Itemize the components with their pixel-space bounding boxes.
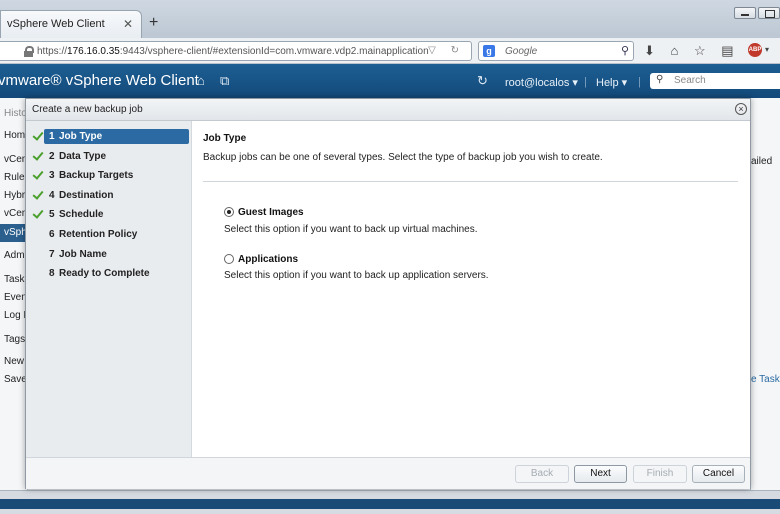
- magnifier-icon[interactable]: ⚲: [621, 44, 629, 57]
- vsphere-brand: vmware® vSphere Web Client: [0, 72, 199, 89]
- step-number: 5: [49, 209, 55, 220]
- nav-history[interactable]: Histo: [4, 108, 27, 119]
- step-number: 8: [49, 268, 55, 279]
- step-label: Destination: [59, 190, 114, 201]
- help-menu[interactable]: Help ▾: [596, 76, 627, 89]
- checkmark-icon: [33, 131, 40, 142]
- step-retention-policy[interactable]: 6 Retention Policy: [26, 227, 192, 243]
- header-separator: |: [638, 76, 641, 88]
- nav-events[interactable]: Even: [4, 292, 27, 303]
- nav-vsphere-data-protection[interactable]: vSph: [0, 224, 28, 242]
- divider: [203, 181, 738, 182]
- checkmark-icon: [33, 170, 40, 181]
- header-separator: |: [584, 76, 587, 88]
- nav-hybrid[interactable]: Hybri: [4, 190, 27, 201]
- step-job-name[interactable]: 7 Job Name: [26, 247, 192, 263]
- step-job-type[interactable]: 1 Job Type: [26, 129, 192, 145]
- nav-vcenter[interactable]: vCen: [4, 154, 27, 165]
- browser-search-input[interactable]: g Google ⚲: [478, 41, 634, 61]
- nav-administration[interactable]: Adm: [4, 250, 25, 261]
- finish-button[interactable]: Finish: [633, 465, 687, 483]
- step-number: 2: [49, 151, 55, 162]
- checkmark-icon: [33, 151, 40, 162]
- applications-radio[interactable]: [224, 254, 234, 264]
- bottom-status-area: [0, 490, 780, 514]
- more-tasks-link[interactable]: e Tasks: [751, 374, 780, 385]
- nav-rules[interactable]: Rule: [4, 172, 25, 183]
- step-number: 6: [49, 229, 55, 240]
- nav-vcenter-2[interactable]: vCen: [4, 208, 27, 219]
- step-ready-to-complete[interactable]: 8 Ready to Complete: [26, 266, 192, 282]
- next-button[interactable]: Next: [574, 465, 627, 483]
- browser-nav-bar: https://176.16.0.35:9443/vsphere-client/…: [0, 38, 780, 64]
- browser-tab[interactable]: vSphere Web Client ✕: [0, 10, 142, 38]
- step-number: 3: [49, 170, 55, 181]
- google-icon[interactable]: g: [483, 45, 495, 57]
- dialog-footer: Back Next Finish Cancel: [26, 457, 750, 489]
- wizard-content: Job Type Backup jobs can be one of sever…: [193, 121, 750, 457]
- step-data-type[interactable]: 2 Data Type: [26, 149, 192, 165]
- url-bar[interactable]: https://176.16.0.35:9443/vsphere-client/…: [0, 41, 472, 61]
- right-side-panel: ailed e Tasks: [750, 98, 780, 498]
- step-backup-targets[interactable]: 3 Backup Targets: [26, 168, 192, 184]
- wizard-steps: 1 Job Type 2 Data Type 3 Backup Targets …: [26, 121, 192, 457]
- guest-images-label[interactable]: Guest Images: [238, 207, 304, 218]
- search-icon: ⚲: [656, 74, 664, 85]
- checkmark-icon: [33, 209, 40, 220]
- applications-label[interactable]: Applications: [238, 254, 298, 265]
- new-tab-button[interactable]: +: [149, 14, 158, 32]
- dialog-title-bar: Create a new backup job ×: [26, 99, 750, 121]
- nav-new-search[interactable]: New: [4, 356, 24, 367]
- section-description: Backup jobs can be one of several types.…: [203, 152, 603, 163]
- minimize-window-button[interactable]: [734, 7, 756, 19]
- user-menu[interactable]: root@localos ▾: [505, 76, 578, 89]
- nav-tags[interactable]: Tags: [4, 334, 25, 345]
- browser-toolbar-icons[interactable]: ⬇ ⌂ ☆ ▤: [644, 43, 734, 59]
- nav-tasks[interactable]: Task: [4, 274, 25, 285]
- step-label: Backup Targets: [59, 170, 134, 181]
- step-label: Job Name: [59, 249, 107, 260]
- search-placeholder: Search: [674, 75, 706, 86]
- checkmark-icon: [33, 190, 40, 201]
- maximize-window-button[interactable]: [758, 7, 780, 19]
- navigator-panel: Histo Hom vCen Rule Hybri vCen vSph Adm …: [0, 98, 30, 498]
- guest-images-description: Select this option if you want to back u…: [224, 224, 478, 235]
- refresh-page-icon[interactable]: ⧉: [220, 73, 229, 89]
- lock-icon: [24, 46, 34, 57]
- step-label: Schedule: [59, 209, 104, 220]
- step-number: 1: [49, 131, 55, 142]
- step-label: Data Type: [59, 151, 107, 162]
- url-text[interactable]: https://176.16.0.35:9443/vsphere-client/…: [37, 46, 429, 57]
- create-backup-job-dialog: Create a new backup job × 1 Job Type 2 D…: [25, 98, 751, 489]
- step-label: Retention Policy: [59, 229, 138, 240]
- url-dropdown-reload-icons[interactable]: ▽ ↻: [428, 45, 465, 56]
- step-number: 7: [49, 249, 55, 260]
- browser-tab-bar: vSphere Web Client ✕ +: [0, 0, 780, 38]
- step-label: Job Type: [59, 131, 103, 142]
- dialog-title: Create a new backup job: [32, 104, 143, 115]
- step-number: 4: [49, 190, 55, 201]
- refresh-icon[interactable]: ↻: [477, 73, 488, 89]
- search-provider-placeholder: Google: [505, 46, 538, 57]
- guest-images-radio[interactable]: [224, 207, 234, 217]
- nav-saved-searches[interactable]: Save: [4, 374, 27, 385]
- step-schedule[interactable]: 5 Schedule: [26, 207, 192, 223]
- adblock-dropdown-icon[interactable]: ▾: [765, 45, 769, 54]
- tab-title: vSphere Web Client: [7, 18, 105, 30]
- nav-home[interactable]: Hom: [4, 130, 25, 141]
- vsphere-search-input[interactable]: ⚲ Search: [650, 73, 780, 89]
- close-icon[interactable]: ×: [735, 103, 747, 115]
- alarms-failed-text: ailed: [751, 156, 773, 167]
- step-destination[interactable]: 4 Destination: [26, 188, 192, 204]
- adblock-icon[interactable]: ABP: [748, 43, 762, 57]
- back-button[interactable]: Back: [515, 465, 569, 483]
- section-title: Job Type: [203, 133, 247, 144]
- cancel-button[interactable]: Cancel: [692, 465, 745, 483]
- vsphere-header: vmware® vSphere Web Client ⌂ ⧉ ↻ root@lo…: [0, 64, 780, 98]
- step-label: Ready to Complete: [59, 268, 150, 279]
- home-icon[interactable]: ⌂: [197, 73, 205, 88]
- tab-close-icon[interactable]: ✕: [123, 17, 133, 31]
- applications-description: Select this option if you want to back u…: [224, 270, 489, 281]
